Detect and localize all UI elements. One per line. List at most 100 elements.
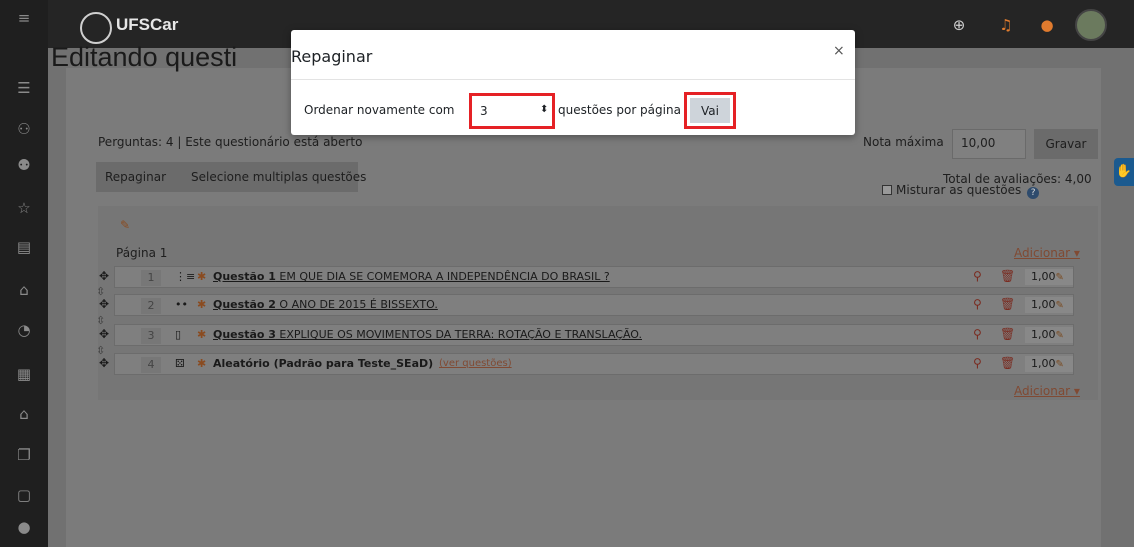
gear-icon[interactable]: ✱ <box>197 357 206 370</box>
gear-icon[interactable]: ✱ <box>197 298 206 311</box>
dashboard-icon[interactable]: ◔ <box>0 318 48 342</box>
people-icon[interactable]: ⚇ <box>0 117 48 141</box>
delete-icon[interactable]: 🗑 <box>1000 327 1015 341</box>
page-title: Editando questi <box>51 42 238 72</box>
mark-field[interactable]: 1,00✎ <box>1025 297 1073 313</box>
list-icon[interactable]: ☰ <box>0 76 48 100</box>
chat-icon[interactable]: ● <box>1036 14 1058 36</box>
move-icon[interactable]: ✥ <box>99 297 109 311</box>
question-text: O ANO DE 2015 É BISSEXTO. <box>275 298 438 311</box>
modal-title: Repaginar <box>291 47 373 66</box>
move-icon[interactable]: ✥ <box>99 269 109 283</box>
add-link-top[interactable]: Adicionar ▾ <box>1014 246 1080 260</box>
question-link[interactable]: Questão 3 EXPLIQUE OS MOVIMENTOS DA TERR… <box>213 328 642 341</box>
essay-icon: ▯ <box>175 328 182 341</box>
edit-mark-icon[interactable]: ✎ <box>1056 272 1064 283</box>
max-grade-input[interactable]: 10,00 <box>952 129 1026 159</box>
question-link[interactable]: Questão 1 EM QUE DIA SE COMEMORA A INDEP… <box>213 270 610 283</box>
truefalse-icon: •• <box>175 298 188 311</box>
globe-icon[interactable]: ⊕ <box>948 14 970 36</box>
ufscar-logo-icon[interactable] <box>80 12 112 44</box>
repaginate-modal: Repaginar × Ordenar novamente com 3 ⬍ qu… <box>291 30 855 135</box>
mark-field[interactable]: 1,00✎ <box>1025 327 1073 343</box>
question-title: Aleatório (Padrão para Teste_SEaD) <box>213 357 434 370</box>
select-multiple-button[interactable]: Selecione multiplas questões <box>191 170 366 184</box>
shuffle-option[interactable]: Misturar as questões ? <box>882 183 1040 199</box>
user-avatar[interactable] <box>1075 9 1107 41</box>
edit-mark-icon[interactable]: ✎ <box>1056 300 1064 311</box>
group-icon[interactable]: ⚉ <box>0 153 48 177</box>
delete-icon[interactable]: 🗑 <box>1000 297 1015 311</box>
mark-value: 1,00 <box>1031 328 1056 341</box>
question-link[interactable]: Questão 2 O ANO DE 2015 É BISSEXTO. <box>213 298 438 311</box>
home-icon[interactable]: ⌂ <box>0 278 48 302</box>
delete-icon[interactable]: 🗑 <box>1000 356 1015 370</box>
view-questions-link[interactable]: (ver questões) <box>439 358 512 369</box>
reorder-label: Ordenar novamente com <box>304 103 455 117</box>
close-icon[interactable]: × <box>833 43 845 59</box>
select-value: 3 <box>480 104 488 118</box>
random-icon: ⚄ <box>175 357 185 370</box>
question-title: Questão 2 <box>213 298 276 311</box>
mark-field[interactable]: 1,00✎ <box>1025 269 1073 285</box>
add-link-bottom[interactable]: Adicionar ▾ <box>1014 384 1080 398</box>
help-icon[interactable]: ? <box>1027 187 1040 199</box>
question-row: ✥ 4 ⚄ ✱ Aleatório (Padrão para Teste_SEa… <box>99 353 1074 375</box>
question-text: EM QUE DIA SE COMEMORA A INDEPENDÊNCIA D… <box>275 270 610 283</box>
gear-icon[interactable]: ✱ <box>197 328 206 341</box>
preview-icon[interactable]: ⚲ <box>973 327 982 341</box>
mark-value: 1,00 <box>1031 298 1056 311</box>
graduation-icon[interactable]: ⌂ <box>0 402 48 426</box>
move-icon[interactable]: ✥ <box>99 327 109 341</box>
questions-per-page-select[interactable]: 3 ⬍ <box>469 93 555 129</box>
site-logo-text[interactable]: UFSCar <box>116 15 178 35</box>
gear-icon[interactable]: ✱ <box>197 270 206 283</box>
shuffle-label: Misturar as questões <box>896 183 1022 197</box>
modal-header: Repaginar × <box>291 30 855 80</box>
sign-language-icon[interactable]: ✋ <box>1114 158 1134 186</box>
save-button[interactable]: Gravar <box>1034 129 1098 159</box>
menu-icon[interactable]: ≡ <box>0 6 48 30</box>
accessibility-icon[interactable]: ● <box>0 515 48 539</box>
modal-body: Ordenar novamente com 3 ⬍ questões por p… <box>291 81 855 135</box>
bell-icon[interactable]: ♫ <box>995 14 1017 36</box>
multichoice-icon: ⋮≡ <box>175 270 196 283</box>
per-page-label: questões por página <box>558 103 681 117</box>
question-row: ✥ 1 ⋮≡ ✱ Questão 1 EM QUE DIA SE COMEMOR… <box>99 266 1074 288</box>
clipboard-icon[interactable]: ▢ <box>0 483 48 507</box>
mark-value: 1,00 <box>1031 270 1056 283</box>
star-icon[interactable]: ☆ <box>0 196 48 220</box>
question-row: ✥ 2 •• ✱ Questão 2 O ANO DE 2015 É BISSE… <box>99 294 1074 316</box>
mark-field[interactable]: 1,00✎ <box>1025 356 1073 372</box>
preview-icon[interactable]: ⚲ <box>973 269 982 283</box>
question-number: 1 <box>141 270 161 286</box>
calendar-icon[interactable]: ▦ <box>0 362 48 386</box>
question-title: Questão 3 <box>213 328 276 341</box>
preview-icon[interactable]: ⚲ <box>973 356 982 370</box>
question-number: 2 <box>141 298 161 314</box>
page-break-icon[interactable]: ⇳ <box>96 314 105 327</box>
delete-icon[interactable]: 🗑 <box>1000 269 1015 283</box>
go-button-highlight: Vai <box>684 92 736 129</box>
quiz-status: Perguntas: 4 | Este questionário está ab… <box>98 135 363 149</box>
question-number: 3 <box>141 328 161 344</box>
edit-mark-icon[interactable]: ✎ <box>1056 330 1064 341</box>
files-icon[interactable]: ❐ <box>0 443 48 467</box>
mark-value: 1,00 <box>1031 357 1056 370</box>
repaginate-button[interactable]: Repaginar <box>105 170 166 184</box>
left-sidebar: ≡ ☰ ⚇ ⚉ ☆ ▤ ⌂ ◔ ▦ ⌂ ❐ ▢ ● <box>0 0 48 547</box>
move-icon[interactable]: ✥ <box>99 356 109 370</box>
max-grade-label: Nota máxima <box>863 135 944 149</box>
toolbar: Repaginar Selecione multiplas questões <box>96 162 366 192</box>
go-button[interactable]: Vai <box>690 98 730 123</box>
edit-pencil-icon[interactable]: ✎ <box>120 218 130 232</box>
shuffle-checkbox[interactable] <box>882 185 892 195</box>
question-row: ✥ 3 ▯ ✱ Questão 3 EXPLIQUE OS MOVIMENTOS… <box>99 324 1074 346</box>
chevron-updown-icon: ⬍ <box>540 104 549 115</box>
book-icon[interactable]: ▤ <box>0 235 48 259</box>
question-number: 4 <box>141 357 161 373</box>
preview-icon[interactable]: ⚲ <box>973 297 982 311</box>
edit-mark-icon[interactable]: ✎ <box>1056 359 1064 370</box>
question-text: EXPLIQUE OS MOVIMENTOS DA TERRA: ROTAÇÃO… <box>275 328 642 341</box>
page-label: Página 1 <box>116 246 168 260</box>
